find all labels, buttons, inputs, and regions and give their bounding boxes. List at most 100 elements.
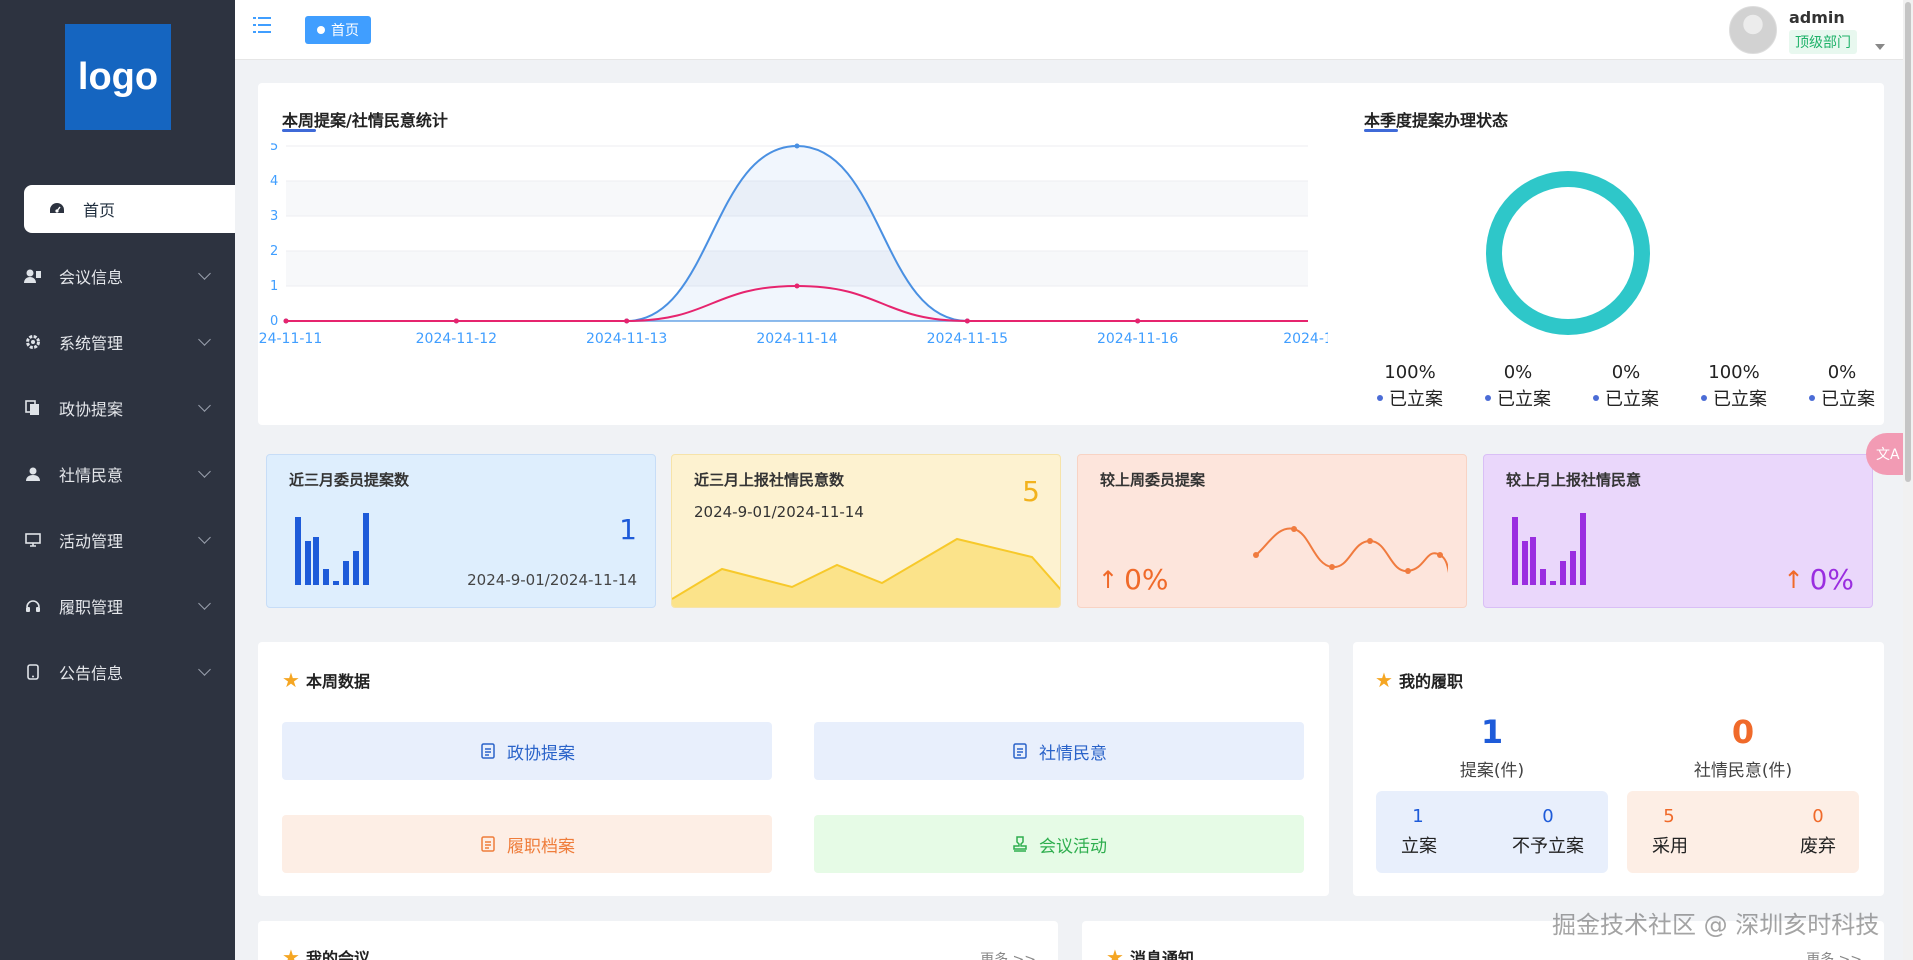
- weekly-line-chart: 0 1 2 3 4 5 024-11-11 2024-11-12 2024-11-13 2024-…: [258, 143, 1328, 347]
- stat-card-proposals[interactable]: 近三月委员提案数 1 2024-9-01/2024-11-14: [266, 454, 656, 608]
- sidebar-item-label: 履职管理: [59, 598, 124, 617]
- sidebar-item-home[interactable]: 首页: [24, 185, 235, 233]
- title-underline: [1364, 129, 1398, 132]
- dashboard-icon: [46, 198, 68, 220]
- stamp-icon: [1013, 836, 1027, 852]
- button-label: 政协提案: [507, 743, 575, 764]
- legend-text: 已立案: [1605, 389, 1659, 410]
- adopted-label: 采用: [1652, 836, 1688, 857]
- chevron-down-icon: [198, 465, 211, 478]
- title-underline: [282, 129, 316, 132]
- my-duty-header: ★ 我的履职: [1375, 668, 1463, 692]
- not-filed-value: 0: [1542, 806, 1554, 827]
- tab-home[interactable]: 首页: [305, 16, 371, 44]
- legend-label: 已立案: [1792, 385, 1892, 411]
- stat-value: 5: [1022, 475, 1040, 508]
- data-point: [964, 318, 970, 324]
- my-meetings-card: ★ 我的会议 更多 >>: [258, 921, 1058, 960]
- legend-pct: 100%: [1708, 362, 1760, 383]
- notices-header: ★ 消息通知: [1106, 945, 1194, 960]
- legend-item: 0% 已立案: [1468, 362, 1568, 411]
- stat-card-opinions[interactable]: 近三月上报社情民意数 5 2024-9-01/2024-11-14: [671, 454, 1061, 608]
- data-point: [453, 318, 459, 324]
- star-icon: ★: [1375, 668, 1393, 692]
- my-meetings-header: ★ 我的会议: [282, 945, 370, 960]
- stat-value: 0%: [1809, 563, 1854, 596]
- x-tick-label: 2024-11-12: [416, 331, 497, 347]
- phone-icon: [22, 661, 44, 683]
- top-header: 首页 admin 顶级部门: [235, 0, 1913, 60]
- active-dot-icon: [317, 26, 325, 34]
- caret-down-icon[interactable]: [1875, 44, 1885, 50]
- proposal-button[interactable]: 政协提案: [282, 722, 772, 780]
- stat-change: ↑ 0%: [1098, 563, 1169, 596]
- data-point: [624, 318, 630, 324]
- y-tick-label: 5: [270, 143, 278, 154]
- sidebar-item-label: 会议信息: [59, 268, 124, 287]
- stat-change: ↑ 0%: [1783, 563, 1854, 596]
- data-point: [794, 283, 800, 289]
- sidebar-item-system[interactable]: 系统管理: [0, 309, 235, 375]
- y-tick-label: 4: [270, 174, 278, 189]
- meeting-activity-button[interactable]: 会议活动: [814, 815, 1304, 873]
- filed-label: 立案: [1401, 836, 1437, 857]
- weekly-data-card: ★ 本周数据 政协提案 社情民意 履职档案 会议活动: [258, 642, 1329, 896]
- legend-label: 已立案: [1468, 385, 1568, 411]
- x-tick-label: 2024-11-14: [756, 331, 837, 347]
- chevron-down-icon: [198, 597, 211, 610]
- button-label: 履职档案: [507, 836, 575, 857]
- avatar[interactable]: [1729, 6, 1777, 54]
- stat-value: 0%: [1124, 563, 1169, 596]
- legend-text: 已立案: [1821, 389, 1875, 410]
- proposal-count-label: 提案(件): [1459, 761, 1525, 781]
- my-duty-title: 我的履职: [1398, 672, 1463, 691]
- menu-toggle-icon[interactable]: [253, 16, 273, 34]
- chevron-down-icon: [198, 531, 211, 544]
- legend-label: 已立案: [1576, 385, 1676, 411]
- weekly-chart-title: 本周提案/社情民意统计: [282, 111, 448, 130]
- user-icon: [22, 463, 44, 485]
- scrollbar[interactable]: [1903, 0, 1913, 960]
- data-point: [283, 318, 289, 324]
- sidebar-item-activity[interactable]: 活动管理: [0, 507, 235, 573]
- arrow-up-icon: ↑: [1783, 565, 1804, 594]
- sidebar-item-meeting[interactable]: 会议信息: [0, 243, 235, 309]
- stat-title: 近三月上报社情民意数: [694, 471, 845, 489]
- stat-range: 2024-9-01/2024-11-14: [694, 503, 864, 521]
- duty-archive-button[interactable]: 履职档案: [282, 815, 772, 873]
- sidebar-item-proposal[interactable]: 政协提案: [0, 375, 235, 441]
- opinion-count: 0: [1731, 713, 1755, 751]
- data-point: [794, 143, 800, 149]
- star-icon: ★: [282, 945, 300, 960]
- chevron-down-icon: [198, 663, 211, 676]
- monitor-icon: [22, 529, 44, 551]
- sidebar-menu: 首页 会议信息 系统管理 政协提案 社情民意 活动管理 履职管理 公告信息: [0, 185, 235, 705]
- x-tick-label: 2024-11-16: [1097, 331, 1178, 347]
- sidebar-item-duty[interactable]: 履职管理: [0, 573, 235, 639]
- meetings-more-link[interactable]: 更多 >>: [980, 949, 1036, 960]
- stat-title: 近三月委员提案数: [289, 471, 410, 489]
- opinion-button[interactable]: 社情民意: [814, 722, 1304, 780]
- sidebar-item-opinion[interactable]: 社情民意: [0, 441, 235, 507]
- notices-more-link[interactable]: 更多 >>: [1806, 949, 1862, 960]
- stat-card-monthly-opinion[interactable]: 较上月上报社情民意 ↑ 0%: [1483, 454, 1873, 608]
- gear-icon: [22, 331, 44, 353]
- quarter-chart-title: 本季度提案办理状态: [1364, 111, 1509, 130]
- sidebar: logo 首页 会议信息 系统管理 政协提案 社情民意 活动管理 履职管理 公告…: [0, 0, 235, 960]
- y-tick-label: 0: [270, 314, 278, 329]
- star-icon: ★: [282, 668, 300, 692]
- legend-text: 已立案: [1389, 389, 1443, 410]
- sidebar-item-label: 公告信息: [59, 664, 124, 683]
- stat-card-weekly-proposal[interactable]: 较上周委员提案 ↑ 0%: [1077, 454, 1467, 608]
- filed-value: 1: [1412, 806, 1424, 827]
- legend-pct: 0%: [1503, 362, 1533, 383]
- scrollbar-thumb[interactable]: [1905, 2, 1911, 482]
- series-area: [286, 146, 1308, 321]
- bullet-icon: [1809, 395, 1815, 401]
- legend-item: 0% 已立案: [1576, 362, 1676, 411]
- x-tick-label: 2024-1: [1283, 331, 1328, 347]
- sidebar-item-notice[interactable]: 公告信息: [0, 639, 235, 705]
- line-sparkline: [1253, 526, 1448, 574]
- legend-item: 100% 已立案: [1360, 362, 1460, 411]
- stat-range: 2024-9-01/2024-11-14: [467, 571, 637, 589]
